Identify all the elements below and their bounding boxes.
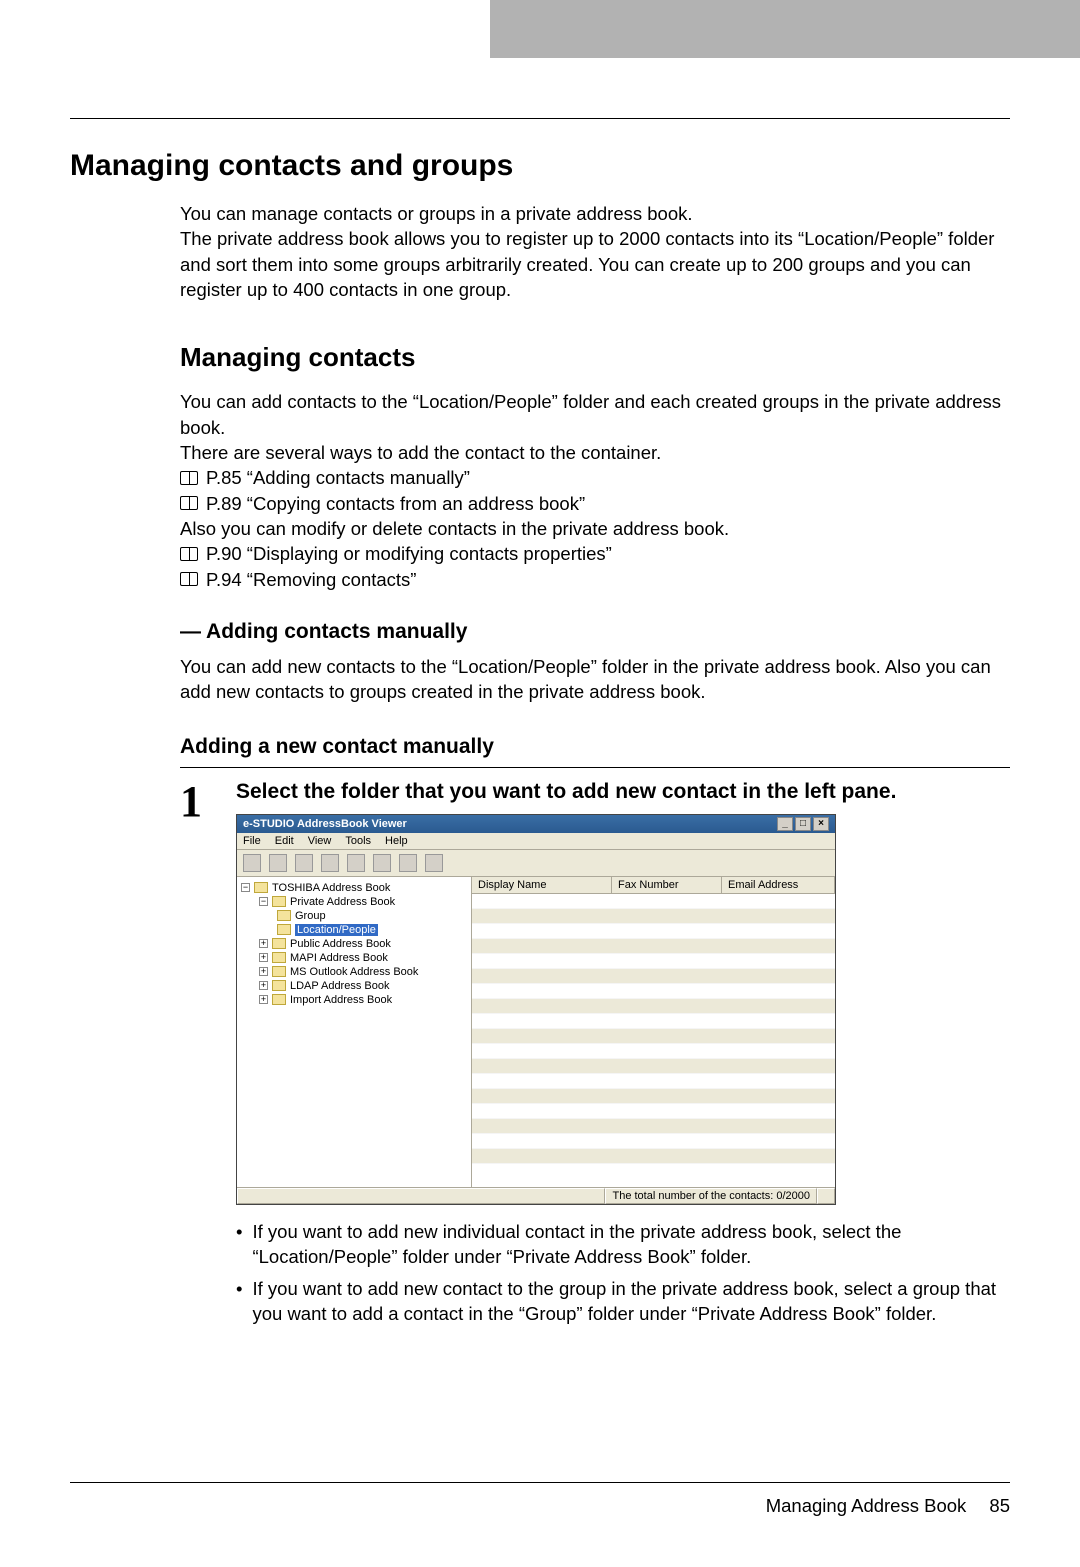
crossref: P.94 “Removing contacts” — [180, 567, 1010, 592]
top-divider — [70, 118, 1010, 119]
toolbar-icon[interactable] — [425, 854, 443, 872]
section-h2: Managing contacts — [180, 342, 1010, 373]
tree-item[interactable]: +MAPI Address Book — [241, 951, 467, 965]
close-button[interactable]: × — [813, 817, 829, 831]
status-text: The total number of the contacts: 0/2000 — [605, 1188, 817, 1204]
menu-bar: File Edit View Tools Help — [237, 833, 835, 850]
app-window: e-STUDIO AddressBook Viewer _ □ × File E… — [236, 814, 836, 1205]
menu-item[interactable]: File — [243, 835, 261, 847]
crossref: P.85 “Adding contacts manually” — [180, 465, 1010, 490]
paragraph: You can add new contacts to the “Locatio… — [180, 654, 1010, 705]
tree-item[interactable]: +LDAP Address Book — [241, 979, 467, 993]
page-footer: Managing Address Book 85 — [70, 1482, 1010, 1517]
toolbar-icon[interactable] — [269, 854, 287, 872]
step-title: Select the folder that you want to add n… — [236, 780, 1010, 804]
step-number: 1 — [180, 780, 220, 1332]
list-pane[interactable]: Display Name Fax Number Email Address — [472, 877, 835, 1187]
book-icon — [180, 572, 198, 586]
crossref: P.90 “Displaying or modifying contacts p… — [180, 541, 1010, 566]
header-band — [0, 0, 1080, 58]
tree-item[interactable]: Group — [241, 909, 467, 923]
column-header[interactable]: Display Name — [472, 877, 612, 893]
crossref-text: P.94 “Removing contacts” — [206, 567, 416, 592]
bullet-item: If you want to add new individual contac… — [236, 1219, 1010, 1270]
crossref-text: P.85 “Adding contacts manually” — [206, 465, 470, 490]
toolbar-icon[interactable] — [399, 854, 417, 872]
crossref: P.89 “Copying contacts from an address b… — [180, 491, 1010, 516]
toolbar-icon[interactable] — [347, 854, 365, 872]
paragraph: You can add contacts to the “Location/Pe… — [180, 389, 1010, 440]
book-icon — [180, 496, 198, 510]
tree-item[interactable]: −TOSHIBA Address Book — [241, 881, 467, 895]
menu-item[interactable]: View — [308, 835, 332, 847]
subsection-h3: — Adding contacts manually — [180, 620, 1010, 644]
menu-item[interactable]: Help — [385, 835, 408, 847]
book-icon — [180, 471, 198, 485]
toolbar-icon[interactable] — [373, 854, 391, 872]
book-icon — [180, 547, 198, 561]
maximize-button[interactable]: □ — [795, 817, 811, 831]
paragraph: Also you can modify or delete contacts i… — [180, 516, 1010, 541]
bullet-item: If you want to add new contact to the gr… — [236, 1276, 1010, 1327]
status-bar: The total number of the contacts: 0/2000 — [237, 1187, 835, 1204]
page-heading-h1: Managing contacts and groups — [70, 149, 1010, 183]
tree-item[interactable]: +Import Address Book — [241, 993, 467, 1007]
menu-item[interactable]: Edit — [275, 835, 294, 847]
procedure-h4: Adding a new contact manually — [180, 735, 1010, 759]
toolbar — [237, 850, 835, 877]
tree-item[interactable]: +MS Outlook Address Book — [241, 965, 467, 979]
toolbar-icon[interactable] — [321, 854, 339, 872]
window-titlebar[interactable]: e-STUDIO AddressBook Viewer _ □ × — [237, 815, 835, 833]
column-header[interactable]: Fax Number — [612, 877, 722, 893]
intro-paragraph: You can manage contacts or groups in a p… — [180, 201, 1010, 302]
footer-label: Managing Address Book — [766, 1495, 967, 1516]
footer-page-number: 85 — [989, 1495, 1010, 1516]
tree-item[interactable]: −Private Address Book — [241, 895, 467, 909]
toolbar-icon[interactable] — [295, 854, 313, 872]
list-rows — [472, 894, 835, 1164]
step-divider — [180, 767, 1010, 768]
crossref-text: P.89 “Copying contacts from an address b… — [206, 491, 585, 516]
tree-pane[interactable]: −TOSHIBA Address Book −Private Address B… — [237, 877, 472, 1187]
tree-item-selected[interactable]: Location/People — [241, 923, 467, 937]
crossref-text: P.90 “Displaying or modifying contacts p… — [206, 541, 612, 566]
column-header[interactable]: Email Address — [722, 877, 835, 893]
paragraph: There are several ways to add the contac… — [180, 440, 1010, 465]
window-title: e-STUDIO AddressBook Viewer — [243, 818, 407, 830]
toolbar-icon[interactable] — [243, 854, 261, 872]
menu-item[interactable]: Tools — [345, 835, 371, 847]
minimize-button[interactable]: _ — [777, 817, 793, 831]
tree-item[interactable]: +Public Address Book — [241, 937, 467, 951]
